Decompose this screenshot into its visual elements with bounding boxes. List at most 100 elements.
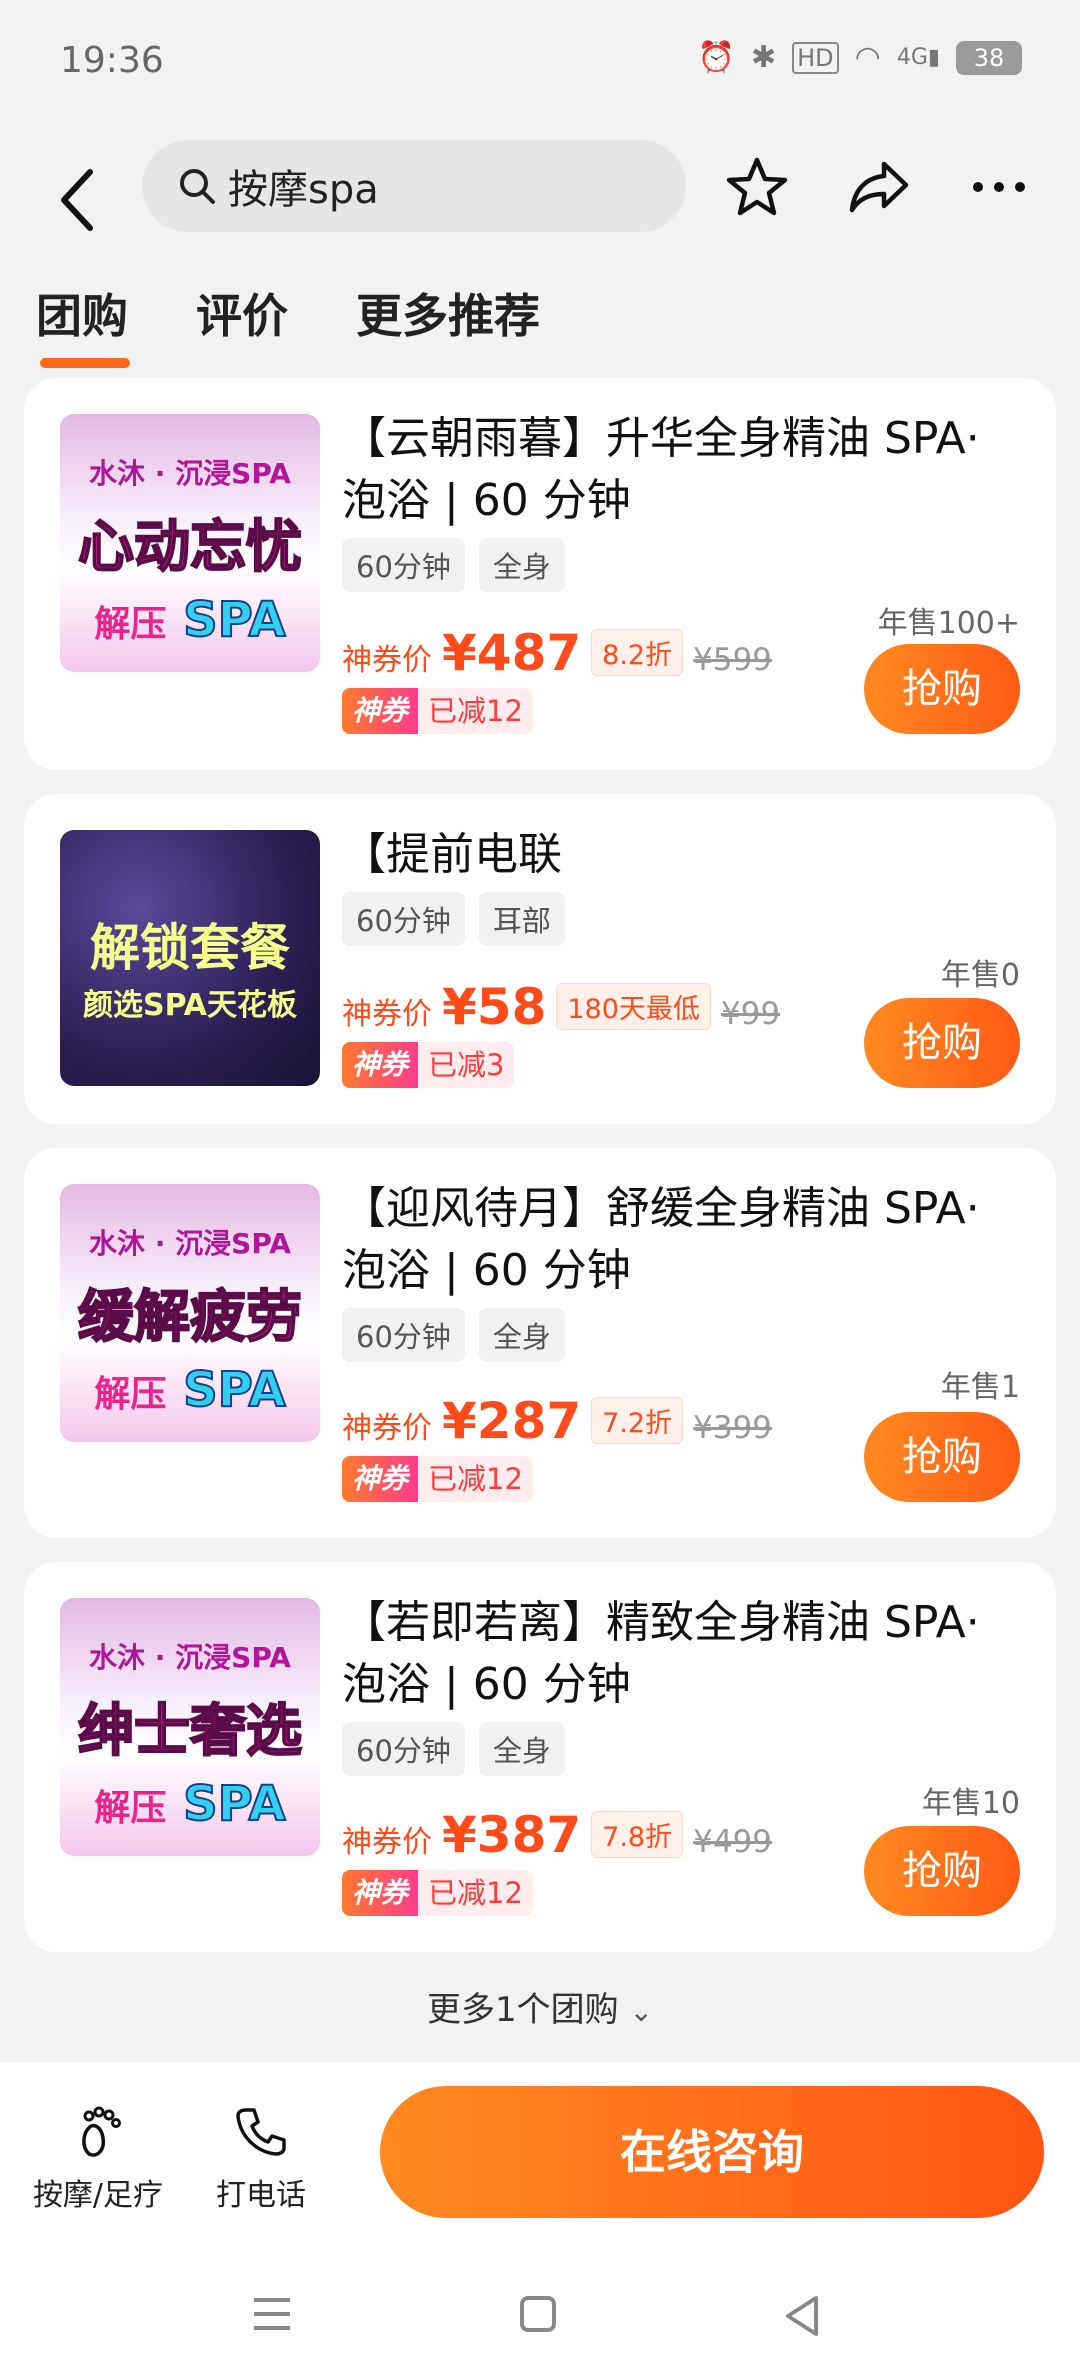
deal-tag: 60分钟: [342, 1722, 465, 1776]
deal-title: 【云朝雨暮】升华全身精油 SPA·泡浴 | 60 分钟: [342, 413, 980, 526]
buy-button[interactable]: 抢购: [864, 644, 1020, 734]
thumb-line2: 颜选SPA天花板: [82, 988, 298, 1023]
deal-price: ¥387: [442, 1806, 582, 1864]
deal-card[interactable]: 解锁套餐 颜选SPA天花板 【提前电联 60分钟 耳部 神券价 ¥58 180天…: [24, 794, 1056, 1124]
thumb-line1: 解锁套餐: [90, 919, 290, 977]
deal-title: 【提前电联: [342, 829, 562, 880]
tab-more-recommend[interactable]: 更多推荐: [356, 280, 540, 346]
system-nav-bar: [0, 2254, 1080, 2376]
thumb-line1: 水沐 · 沉浸SPA: [89, 457, 291, 490]
favorite-star-icon[interactable]: [722, 152, 792, 222]
bottom-action-bar: 按摩/足疗 打电话 在线咨询: [0, 2062, 1080, 2254]
original-price: ¥99: [720, 996, 781, 1032]
thumb-line3a: 解压: [94, 1788, 167, 1829]
coupon-label: 神券: [342, 1456, 419, 1502]
share-icon[interactable]: [844, 152, 914, 222]
deal-tag: 全身: [478, 538, 565, 592]
bluetooth-icon: ✱: [750, 40, 777, 75]
buy-button[interactable]: 抢购: [864, 1826, 1020, 1916]
deal-thumbnail: 水沐 · 沉浸SPA 绅士奢选 解压 SPA: [60, 1598, 320, 1856]
status-bar: 19:36 ⏰ ✱ HD ◠ 4G▮ 38: [0, 0, 1080, 130]
coupon-label: 神券: [342, 1042, 419, 1088]
category-button[interactable]: 按摩/足疗: [30, 2102, 166, 2214]
battery-icon: 38: [956, 40, 1022, 75]
deal-tag: 60分钟: [342, 538, 465, 592]
price-line: 神券价 ¥287 7.2折 ¥399: [342, 1392, 772, 1450]
thumb-line3a: 解压: [94, 1374, 167, 1415]
annual-sales: 年售10: [921, 1786, 1020, 1821]
deal-tag: 60分钟: [342, 1308, 465, 1362]
deal-price: ¥58: [442, 978, 547, 1036]
menu-icon[interactable]: [250, 2294, 294, 2334]
coupon-badge: 神券 已减12: [342, 1456, 533, 1502]
deal-tags: 60分钟 耳部: [342, 892, 565, 946]
coupon-label: 神券: [342, 688, 419, 734]
annual-sales: 年售100+: [877, 606, 1020, 641]
price-label: 神券价: [342, 1825, 432, 1860]
tab-group-buy[interactable]: 团购: [36, 280, 130, 368]
coupon-text: 已减12: [418, 1456, 533, 1502]
original-price: ¥399: [693, 1410, 773, 1446]
price-label: 神券价: [342, 997, 432, 1032]
signal-icon: 4G▮: [896, 45, 940, 70]
home-icon[interactable]: [518, 2294, 558, 2334]
coupon-badge: 神券 已减12: [342, 688, 533, 734]
alarm-icon: ⏰: [697, 40, 735, 75]
deal-tag: 全身: [478, 1308, 565, 1362]
footprint-icon: [82, 2106, 121, 2157]
search-box[interactable]: 按摩spa: [142, 140, 686, 232]
deal-title: 【若即若离】精致全身精油 SPA·泡浴 | 60 分钟: [342, 1597, 980, 1710]
wifi-icon: ◠: [854, 40, 881, 75]
deal-price: ¥287: [442, 1392, 582, 1450]
thumb-line1: 水沐 · 沉浸SPA: [89, 1641, 291, 1674]
price-line: 神券价 ¥58 180天最低 ¥99: [342, 978, 780, 1036]
coupon-text: 已减12: [418, 688, 533, 734]
coupon-badge: 神券 已减3: [342, 1042, 515, 1088]
discount-badge: 180天最低: [556, 983, 711, 1030]
back-nav-icon[interactable]: [782, 2294, 822, 2338]
discount-badge: 7.2折: [591, 1397, 684, 1444]
original-price: ¥599: [693, 642, 773, 678]
call-label: 打电话: [216, 2178, 306, 2213]
thumb-line3: 解压 SPA: [60, 1361, 320, 1419]
online-consult-button[interactable]: 在线咨询: [380, 2086, 1044, 2218]
phone-icon: [236, 2108, 286, 2156]
coupon-badge: 神券 已减12: [342, 1870, 533, 1916]
deal-tag: 全身: [478, 1722, 565, 1776]
deal-card[interactable]: 水沐 · 沉浸SPA 缓解疲劳 解压 SPA 【迎风待月】舒缓全身精油 SPA·…: [24, 1148, 1056, 1538]
status-time: 19:36: [60, 40, 164, 81]
header: 按摩spa 团购 评价 更多推荐: [0, 130, 1080, 370]
discount-badge: 7.8折: [591, 1811, 684, 1858]
search-icon: [180, 169, 215, 204]
buy-button[interactable]: 抢购: [864, 1412, 1020, 1502]
coupon-label: 神券: [342, 1870, 419, 1916]
deal-card[interactable]: 水沐 · 沉浸SPA 心动忘忧 解压 SPA 【云朝雨暮】升华全身精油 SPA·…: [24, 378, 1056, 770]
thumb-line3b: SPA: [182, 1775, 286, 1833]
chevron-down-icon: ⌄: [629, 1995, 653, 2028]
annual-sales: 年售1: [940, 1370, 1020, 1405]
more-options-icon[interactable]: [964, 152, 1034, 222]
deal-tag: 耳部: [478, 892, 565, 946]
tab-bar: 团购 评价 更多推荐: [36, 280, 540, 368]
more-deals-label: 更多1个团购: [427, 1990, 619, 2030]
price-label: 神券价: [342, 643, 432, 678]
deal-thumbnail: 水沐 · 沉浸SPA 心动忘忧 解压 SPA: [60, 414, 320, 672]
back-icon[interactable]: [50, 160, 110, 240]
price-line: 神券价 ¥487 8.2折 ¥599: [342, 624, 772, 682]
network-type: 4G: [896, 45, 928, 70]
price-line: 神券价 ¥387 7.8折 ¥499: [342, 1806, 772, 1864]
buy-button[interactable]: 抢购: [864, 998, 1020, 1088]
more-deals-link[interactable]: 更多1个团购 ⌄: [0, 1982, 1080, 2031]
deal-thumbnail: 水沐 · 沉浸SPA 缓解疲劳 解压 SPA: [60, 1184, 320, 1442]
deal-price: ¥487: [442, 624, 582, 682]
deal-tags: 60分钟 全身: [342, 538, 565, 592]
coupon-text: 已减12: [418, 1870, 533, 1916]
call-button[interactable]: 打电话: [206, 2102, 316, 2214]
tab-reviews[interactable]: 评价: [196, 280, 288, 346]
deal-tags: 60分钟 全身: [342, 1308, 565, 1362]
deal-tag: 60分钟: [342, 892, 465, 946]
thumb-line3: 解压 SPA: [60, 1775, 320, 1833]
discount-badge: 8.2折: [591, 629, 684, 676]
deal-card[interactable]: 水沐 · 沉浸SPA 绅士奢选 解压 SPA 【若即若离】精致全身精油 SPA·…: [24, 1562, 1056, 1952]
thumb-line1: 水沐 · 沉浸SPA: [89, 1227, 291, 1260]
